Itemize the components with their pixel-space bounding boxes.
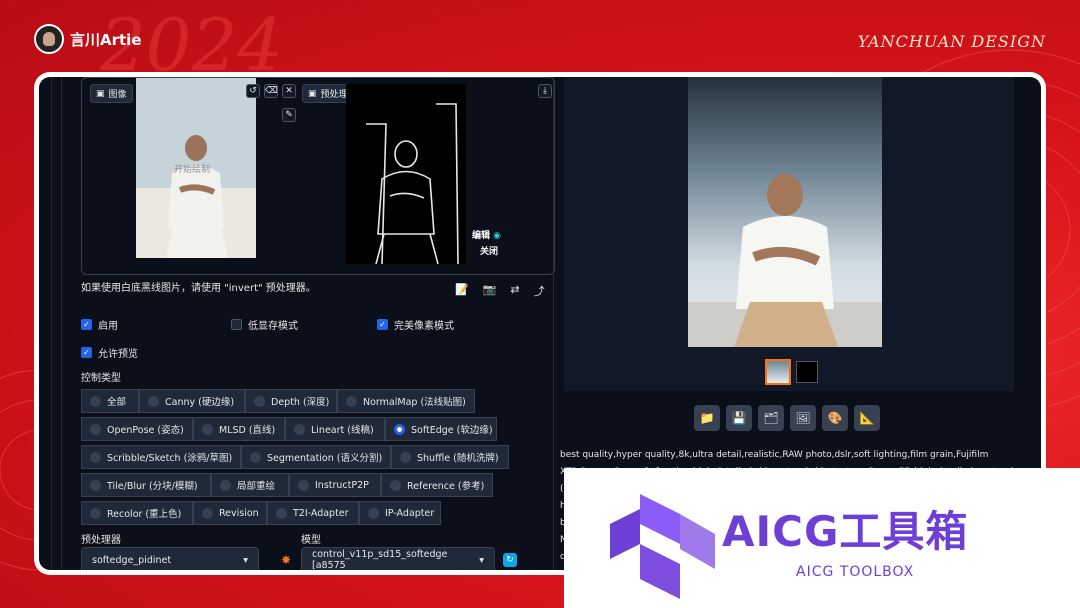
save-icon[interactable]: 💾 [726,405,752,431]
send-dimensions-icon[interactable]: ⤴ [534,283,545,299]
radio-canny[interactable]: Canny (硬边缘) [139,389,245,413]
generated-image[interactable] [688,77,882,347]
close-preview-button[interactable]: 关闭 [480,244,498,257]
input-image[interactable]: 开始绘制 [136,78,256,258]
palette-icon[interactable]: 🎨 [822,405,848,431]
output-tools: 📁 💾 🗂 🖼 🎨 📐 [694,405,880,431]
radio-ip-adapter[interactable]: IP-Adapter [359,501,441,525]
preprocessor-select[interactable]: softedge_pidinet ▾ [81,547,259,570]
radio-lineart[interactable]: Lineart (线稿) [285,417,385,441]
preview-icon: ▣ [308,88,317,99]
lowvram-checkbox[interactable]: 低显存模式 [231,317,298,332]
control-type-label: 控制类型 [81,373,121,384]
folder-icon[interactable]: 📁 [694,405,720,431]
control-type-radio-group: 全部 Canny (硬边缘) Depth (深度) NormalMap (法线贴… [81,389,511,529]
check-icon: ✓ [81,347,92,358]
allow-preview-checkbox[interactable]: ✓ 允许预览 [81,345,138,360]
image-tab[interactable]: ▣ 图像 [90,84,133,103]
radio-softedge[interactable]: SoftEdge (软边缘) [385,417,497,441]
radio-scribble[interactable]: Scribble/Sketch (涂鸦/草图) [81,445,241,469]
radio-depth[interactable]: Depth (深度) [245,389,337,413]
softedge-preview [366,103,459,264]
brush-icon[interactable]: ✎ [282,108,296,122]
radio-normalmap[interactable]: NormalMap (法线贴图) [337,389,475,413]
zip-icon[interactable]: 🗂 [758,405,784,431]
edit-icon: ◉ [493,231,502,241]
radio-t2i-adapter[interactable]: T2I-Adapter [267,501,359,525]
radio-mlsd[interactable]: MLSD (直线) [193,417,285,441]
output-gallery [564,77,1014,391]
new-canvas-icon[interactable]: 📝 [455,283,469,299]
left-divider [51,77,52,570]
brand-header: 言川Artie [34,24,142,54]
watermark-subtitle: AICG TOOLBOX [796,564,915,580]
thumbnail-output[interactable] [765,359,791,385]
radio-revision[interactable]: Revision [193,501,267,525]
close-icon[interactable]: ✕ [282,84,296,98]
toolbar-icons: 📝 📷 ⇄ ⤴ [455,283,545,299]
radio-openpose[interactable]: OpenPose (姿态) [81,417,193,441]
radio-shuffle[interactable]: Shuffle (随机洗牌) [391,445,509,469]
watermark-title: AICG工具箱 [722,507,969,556]
radio-tile[interactable]: Tile/Blur (分块/模糊) [81,473,211,497]
refresh-icon[interactable]: ↻ [503,553,517,567]
preprocessor-label: 预处理器 [81,535,121,546]
model-label: 模型 [301,535,321,546]
image-area: ▣图像 开始绘制 ↺ ⌫ ✕ ✎ ▣预处理结果预览 [81,77,555,275]
watermark-overlay: AICG工具箱 AICG TOOLBOX [564,468,1080,608]
enable-checkbox[interactable]: ✓ 启用 [81,317,118,332]
preprocessor-preview [346,84,466,264]
image-icon: ▣ [96,88,105,99]
radio-reference[interactable]: Reference (参考) [381,473,493,497]
controlnet-panel: ▣图像 开始绘制 ↺ ⌫ ✕ ✎ ▣预处理结果预览 [73,77,568,570]
brand-name: 言川Artie [70,30,142,49]
ruler-icon[interactable]: 📐 [854,405,880,431]
undo-icon[interactable]: ↺ [246,84,260,98]
design-label: YANCHUAN DESIGN [857,32,1046,51]
thumbnail-preprocessed[interactable] [796,361,818,383]
radio-recolor[interactable]: Recolor (重上色) [81,501,193,525]
camera-icon[interactable]: 📷 [483,283,497,299]
radio-all[interactable]: 全部 [81,389,139,413]
avatar [34,24,64,54]
chevron-down-icon: ▾ [243,554,248,566]
radio-selected-icon [394,423,405,435]
aicg-logo-icon [610,494,715,599]
draw-hint: 开始绘制 [174,165,211,175]
eraser-icon[interactable]: ⌫ [264,84,278,98]
download-icon[interactable]: ⤓ [538,84,552,98]
img2img-icon[interactable]: 🖼 [790,405,816,431]
radio-inpaint[interactable]: 局部重绘 [211,473,289,497]
swap-icon[interactable]: ⇄ [510,283,519,299]
model-select[interactable]: control_v11p_sd15_softedge [a8575 ▾ [301,547,495,570]
check-icon: ✓ [81,319,92,330]
check-icon: ✓ [377,319,388,330]
edit-button[interactable]: 编辑 ◉ [472,228,501,241]
chevron-down-icon: ▾ [479,554,484,566]
invert-note: 如果使用白底黑线图片，请使用 "invert" 预处理器。 [81,283,316,294]
run-preprocessor-icon[interactable]: ✸ [281,553,291,567]
radio-instructp2p[interactable]: InstructP2P [289,473,381,497]
prompt-line: best quality,hyper quality,8k,ultra deta… [560,450,989,460]
radio-segmentation[interactable]: Segmentation (语义分割) [241,445,391,469]
pixel-perfect-checkbox[interactable]: ✓ 完美像素模式 [377,317,454,332]
left-divider-2 [61,77,62,570]
